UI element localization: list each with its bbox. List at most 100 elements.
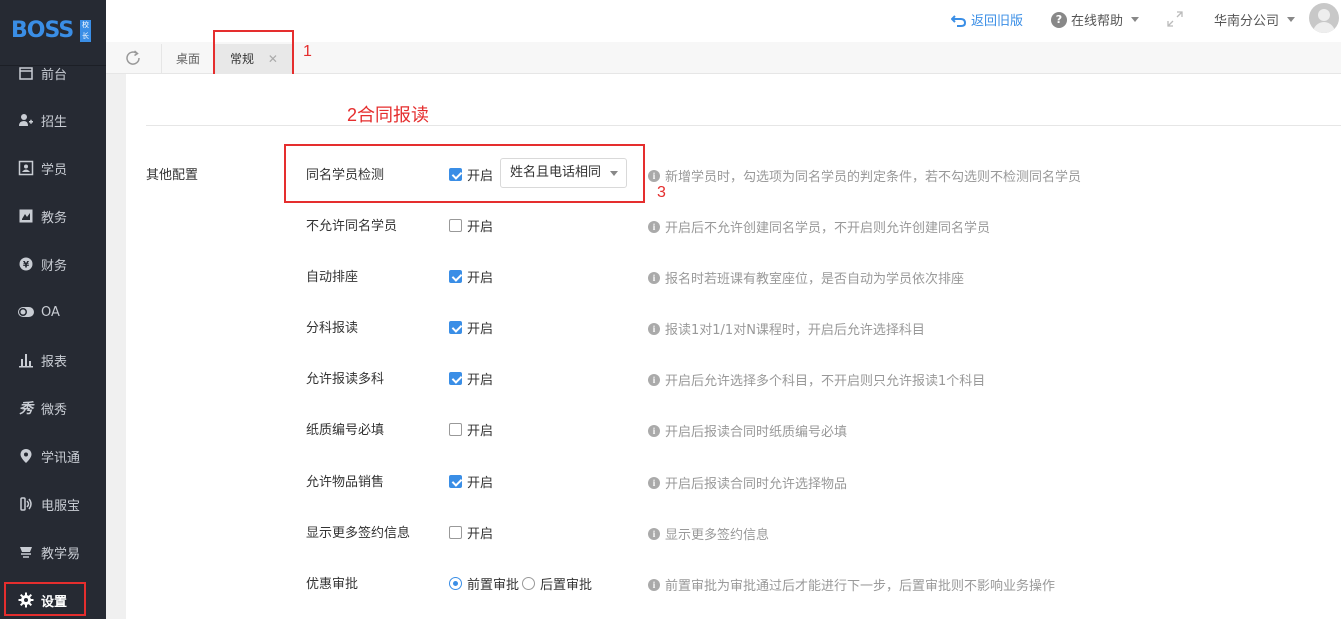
setting-label: 优惠审批 (306, 577, 359, 592)
annotation-label-3: 3 (657, 184, 666, 201)
hint-text: 开启后不允许创建同名学员，不开启则允许创建同名学员 (665, 221, 991, 236)
info-icon: i (648, 220, 660, 233)
sidebar-item-finance[interactable]: ¥ 财务 (0, 240, 106, 288)
setting-hint: i 报读1对1/1对N课程时，开启后允许选择科目 (648, 319, 925, 338)
setting-row-auto-seat: 自动排座 开启 i 报名时若班课有教室座位，是否自动为学员依次排座 (126, 260, 1341, 290)
hint-text: 开启后报读合同时纸质编号必填 (665, 425, 848, 440)
auto-seat-toggle[interactable]: 开启 (449, 267, 493, 286)
setting-label: 分科报读 (306, 321, 359, 336)
info-icon: i (648, 169, 660, 182)
checkbox-label: 开启 (467, 373, 494, 388)
setting-hint: i 开启后报读合同时允许选择物品 (648, 473, 847, 492)
subject-enroll-toggle[interactable]: 开启 (449, 318, 493, 337)
info-icon: i (648, 322, 660, 335)
sidebar-item-oa[interactable]: OA (0, 288, 106, 336)
back-old-version-label: 返回旧版 (971, 14, 1024, 29)
yen-icon: ¥ (17, 255, 35, 273)
hint-text: 报读1对1/1对N课程时，开启后允许选择科目 (665, 323, 925, 338)
online-help-label: 在线帮助 (1071, 14, 1124, 29)
expand-icon (1166, 10, 1184, 28)
avatar[interactable] (1309, 3, 1339, 33)
annotation-label-1: 1 (303, 43, 312, 60)
radio-pre-approval[interactable] (449, 577, 462, 590)
info-icon: i (648, 476, 660, 489)
checkbox[interactable] (449, 270, 462, 283)
phone-icon (17, 495, 35, 513)
back-old-version-link[interactable]: 返回旧版 (951, 10, 1023, 29)
setting-hint: i 新增学员时，勾选项为同名学员的判定条件，若不勾选则不检测同名学员 (648, 166, 1081, 185)
more-sign-info-toggle[interactable]: 开启 (449, 523, 493, 542)
sidebar-item-weixiu[interactable]: 秀 微秀 (0, 384, 106, 432)
tab-desktop[interactable]: 桌面 (161, 44, 214, 74)
setting-hint: i 显示更多签约信息 (648, 524, 769, 543)
item-sales-toggle[interactable]: 开启 (449, 472, 493, 491)
setting-hint: i 前置审批为审批通过后才能进行下一步，后置审批则不影响业务操作 (648, 575, 1055, 594)
checkbox[interactable] (449, 423, 462, 436)
multi-subject-toggle[interactable]: 开启 (449, 369, 493, 388)
location-pin-icon (17, 447, 35, 465)
sidebar-item-label: 报表 (41, 354, 68, 370)
id-card-icon (17, 159, 35, 177)
tab-label: 桌面 (176, 52, 201, 66)
radio-label: 前置审批 (467, 578, 520, 593)
disallow-duplicate-toggle[interactable]: 开启 (449, 216, 493, 235)
undo-icon (951, 12, 967, 28)
sidebar-item-label: 电服宝 (41, 498, 81, 514)
branch-label: 华南分公司 (1214, 14, 1280, 29)
checkbox-label: 开启 (467, 424, 494, 439)
info-icon: i (648, 424, 660, 437)
hint-text: 新增学员时，勾选项为同名学员的判定条件，若不勾选则不检测同名学员 (665, 170, 1082, 185)
help-icon: ? (1051, 11, 1067, 28)
xiu-icon: 秀 (19, 401, 33, 417)
sidebar-item-enroll[interactable]: 招生 (0, 96, 106, 144)
sidebar-item-label: 教务 (41, 210, 68, 226)
sidebar-item-dianfubao[interactable]: 电服宝 (0, 480, 106, 528)
hint-text: 开启后报读合同时允许选择物品 (665, 477, 848, 492)
hint-text: 前置审批为审批通过后才能进行下一步，后置审批则不影响业务操作 (665, 579, 1056, 594)
online-help-menu[interactable]: ? 在线帮助 (1051, 10, 1140, 29)
checkbox[interactable] (449, 219, 462, 232)
annotation-box-duplicate-check (284, 144, 645, 203)
sidebar-item-xuexuntong[interactable]: 学讯通 (0, 432, 106, 480)
sidebar-item-jiaoxueyi[interactable]: 教学易 (0, 528, 106, 576)
checkbox-label: 开启 (467, 220, 494, 235)
setting-hint: i 开启后报读合同时纸质编号必填 (648, 421, 847, 440)
setting-hint: i 开启后允许选择多个科目，不开启则只允许报读1个科目 (648, 370, 985, 389)
logo-badge: 校长 (80, 20, 91, 42)
checkbox[interactable] (449, 372, 462, 385)
info-icon: i (648, 373, 660, 386)
sidebar-item-frontdesk[interactable]: 前台 (0, 49, 106, 97)
setting-row-item-sales: 允许物品销售 开启 i 开启后报读合同时允许选择物品 (126, 465, 1341, 495)
teach-icon (17, 543, 35, 561)
sidebar-item-label: OA (41, 304, 60, 320)
checkbox-label: 开启 (467, 476, 494, 491)
paper-number-toggle[interactable]: 开启 (449, 420, 493, 439)
branch-selector[interactable]: 华南分公司 (1214, 10, 1296, 29)
bar-chart-icon (17, 351, 35, 369)
checkbox[interactable] (449, 526, 462, 539)
logo-text: BOSS (11, 18, 74, 43)
checkbox[interactable] (449, 475, 462, 488)
user-plus-icon (17, 111, 35, 129)
setting-row-disallow-duplicate: 不允许同名学员 开启 i 开启后不允许创建同名学员，不开启则允许创建同名学员 (126, 209, 1341, 239)
checkbox[interactable] (449, 321, 462, 334)
setting-label: 纸质编号必填 (306, 423, 385, 438)
fullscreen-button[interactable] (1166, 10, 1184, 28)
setting-row-more-sign-info: 显示更多签约信息 开启 i 显示更多签约信息 (126, 516, 1341, 546)
hint-text: 开启后允许选择多个科目，不开启则只允许报读1个科目 (665, 374, 986, 389)
chevron-down-icon (1131, 17, 1140, 22)
setting-hint: i 报名时若班课有教室座位，是否自动为学员依次排座 (648, 268, 964, 287)
sidebar-item-reports[interactable]: 报表 (0, 336, 106, 384)
book-icon (17, 207, 35, 225)
radio-post-approval[interactable] (522, 577, 536, 590)
sidebar-item-label: 学讯通 (41, 450, 81, 466)
checkbox-label: 开启 (467, 322, 494, 337)
sidebar-item-label: 财务 (41, 258, 68, 274)
refresh-icon[interactable] (124, 49, 142, 67)
setting-row-discount-approval: 优惠审批 前置审批 后置审批 i 前置审批为审批通过后才能进行下一步，后置审批则… (126, 567, 1341, 597)
sidebar-item-students[interactable]: 学员 (0, 144, 106, 192)
sidebar: BOSS 校长 前台 招生 学员 教务 ¥ 财务 OA 报表 秀 微秀 学讯通 … (0, 0, 106, 619)
sidebar-item-academic[interactable]: 教务 (0, 192, 106, 240)
sidebar-item-label: 教学易 (41, 546, 81, 562)
checkbox-label: 开启 (467, 271, 494, 286)
